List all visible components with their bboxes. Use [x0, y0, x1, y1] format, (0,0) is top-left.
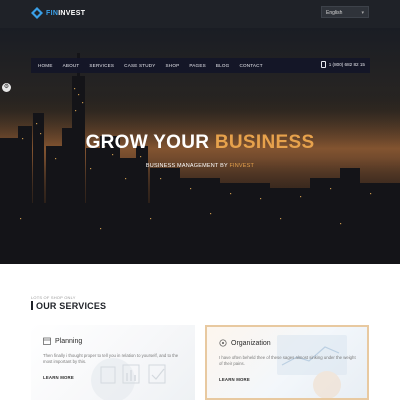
hero-subtitle: BUSINESS MANAGEMENT BY FINVEST: [145, 163, 255, 169]
brand-logo[interactable]: FININVEST: [31, 7, 85, 19]
nav-item-blog[interactable]: BLOG: [216, 63, 230, 68]
service-card-planning[interactable]: Planning Then finally i thought proper t…: [31, 325, 195, 400]
phone-icon: [320, 61, 326, 68]
learn-more-link[interactable]: LEARN MORE: [219, 377, 250, 382]
nav-item-services[interactable]: SERVICES: [89, 63, 114, 68]
learn-more-link[interactable]: LEARN MORE: [43, 375, 74, 380]
brand-name: FININVEST: [46, 9, 86, 17]
chevron-down-icon: ▾: [361, 10, 364, 16]
phone-number: 1 (800) 682 82 15: [328, 62, 365, 67]
card-title: Planning: [55, 337, 83, 345]
card-text: I have often beheld thee of these sages …: [219, 355, 356, 366]
nav-item-shop[interactable]: SHOP: [166, 63, 180, 68]
organization-icon: [219, 339, 227, 347]
language-select[interactable]: English ▾: [321, 6, 369, 18]
nav-item-home[interactable]: HOME: [38, 63, 53, 68]
hero-title: GROW YOUR BUSINESS: [85, 132, 315, 153]
services-title: OUR SERVICES: [36, 301, 107, 311]
card-header: Organization: [219, 339, 271, 347]
hero-section: HOME ABOUT SERVICES CASE STUDY SHOP PAGE…: [0, 28, 400, 264]
services-eyebrow: LOTS OF SHOP ONLY: [31, 295, 76, 300]
service-card-organization[interactable]: Organization I have often beheld thee of…: [205, 325, 369, 400]
settings-gear-icon[interactable]: ⚙: [2, 83, 11, 92]
main-nav: HOME ABOUT SERVICES CASE STUDY SHOP PAGE…: [31, 58, 370, 73]
nav-item-contact[interactable]: CONTACT: [239, 63, 262, 68]
language-selected: English: [326, 10, 343, 16]
card-title: Organization: [231, 339, 271, 347]
logo-icon: [31, 7, 43, 19]
nav-item-pages[interactable]: PAGES: [189, 63, 206, 68]
planning-icon: [43, 337, 51, 345]
section-title-bar: [31, 301, 33, 310]
nav-phone[interactable]: 1 (800) 682 82 15: [320, 61, 365, 68]
card-text: Then finally i thought proper to tell yo…: [43, 353, 179, 364]
top-bar: FININVEST English ▾: [0, 0, 400, 28]
nav-item-case-study[interactable]: CASE STUDY: [124, 63, 155, 68]
card-header: Planning: [43, 337, 82, 345]
nav-item-about[interactable]: ABOUT: [63, 63, 80, 68]
